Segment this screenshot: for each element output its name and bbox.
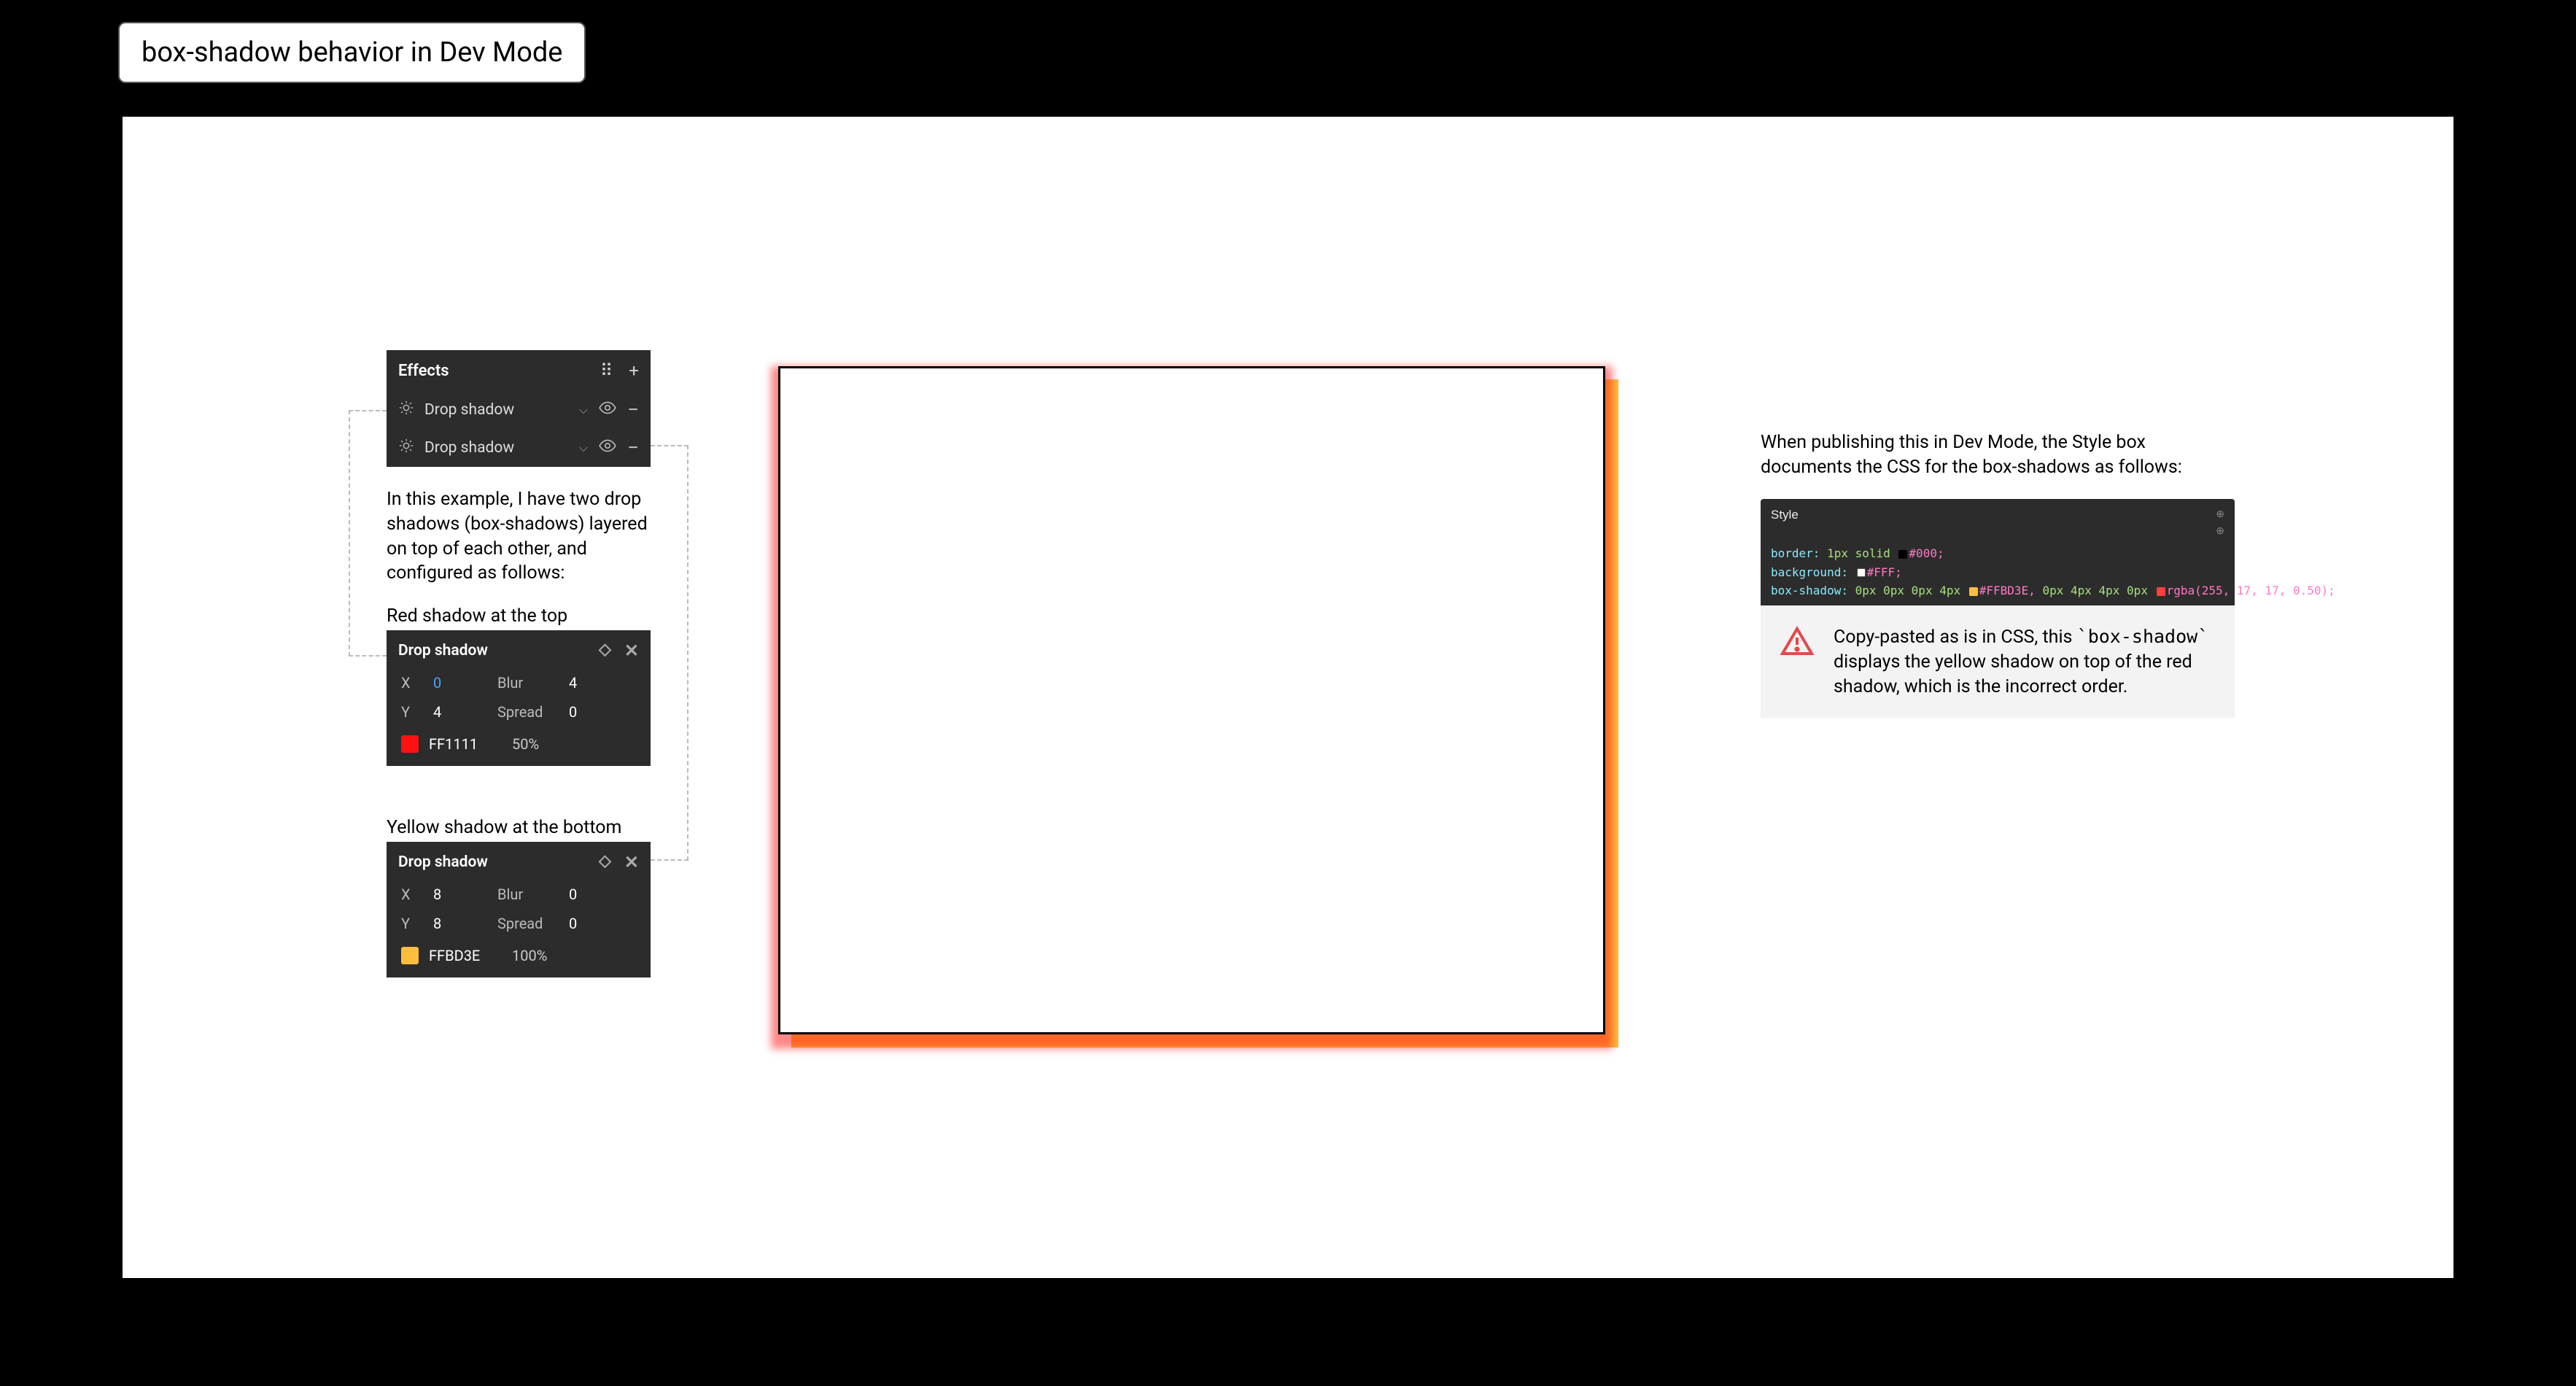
connector-line xyxy=(349,410,387,657)
blur-value[interactable]: 4 xyxy=(569,674,605,692)
sun-icon xyxy=(398,400,414,420)
shadow-preview-rect xyxy=(778,366,1605,1034)
copy-icon[interactable]: ⊕ xyxy=(2216,508,2224,520)
spread-label: Spread xyxy=(497,915,556,932)
close-icon[interactable]: ✕ xyxy=(624,852,639,872)
code-box-title: Style xyxy=(1771,508,1799,537)
code-line: border: 1px solid #000; xyxy=(1771,544,2224,563)
visibility-icon[interactable] xyxy=(598,436,617,460)
y-label: Y xyxy=(401,915,420,932)
chevron-down-icon[interactable]: ⌵ xyxy=(579,403,588,417)
yellow-shadow-caption: Yellow shadow at the bottom xyxy=(387,816,651,840)
devmode-style-box: Style ⊕ ⊕ border: 1px solid #000; backgr… xyxy=(1761,499,2235,612)
spread-label: Spread xyxy=(497,703,556,721)
warning-callout: Copy-pasted as is in CSS, this `box-shad… xyxy=(1761,605,2235,718)
chevron-down-icon[interactable]: ⌵ xyxy=(579,441,588,455)
connector-line xyxy=(651,445,688,861)
code-line: box-shadow: 0px 0px 0px 4px #FFBD3E, 0px… xyxy=(1771,581,2224,600)
color-opacity[interactable]: 100% xyxy=(512,947,547,964)
effects-panel-title: Effects xyxy=(398,362,449,380)
spread-value[interactable]: 0 xyxy=(569,703,605,721)
color-swatch[interactable] xyxy=(401,735,419,753)
code-line: background: #FFF; xyxy=(1771,563,2224,582)
color-swatch[interactable] xyxy=(401,947,419,964)
frame-title-chip: box-shadow behavior in Dev Mode xyxy=(118,22,586,83)
sun-icon xyxy=(398,438,414,458)
expand-icon[interactable]: ⊕ xyxy=(2216,524,2224,537)
drop-shadow-panel-red: Drop shadow ◇ ✕ X 0 Blur 4 Y 4 Spread 0 … xyxy=(387,630,651,766)
x-label: X xyxy=(401,886,420,903)
effects-add-icon[interactable]: + xyxy=(629,360,639,381)
y-label: Y xyxy=(401,703,420,721)
close-icon[interactable]: ✕ xyxy=(624,640,639,661)
spread-value[interactable]: 0 xyxy=(569,915,605,932)
effect-row-label: Drop shadow xyxy=(424,439,573,457)
visibility-icon[interactable] xyxy=(598,398,617,422)
y-value[interactable]: 4 xyxy=(433,703,484,721)
blur-value[interactable]: 0 xyxy=(569,886,605,903)
color-opacity[interactable]: 50% xyxy=(512,735,539,753)
x-value[interactable]: 0 xyxy=(433,674,484,692)
blur-label: Blur xyxy=(497,886,556,903)
effect-row-label: Drop shadow xyxy=(424,401,573,419)
color-hex[interactable]: FFBD3E xyxy=(429,947,502,964)
blend-mode-icon[interactable]: ◇ xyxy=(599,640,611,661)
color-hex[interactable]: FF1111 xyxy=(429,735,502,753)
drop-shadow-panel-yellow: Drop shadow ◇ ✕ X 8 Blur 0 Y 8 Spread 0 … xyxy=(387,842,651,977)
x-label: X xyxy=(401,674,420,692)
effects-panel: Effects ⠿ + Drop shadow ⌵ − Drop shadow … xyxy=(387,350,651,467)
devmode-intro-text: When publishing this in Dev Mode, the St… xyxy=(1761,430,2220,480)
drop-shadow-title: Drop shadow xyxy=(398,642,488,659)
intro-text: In this example, I have two drop shadows… xyxy=(387,487,651,586)
blur-label: Blur xyxy=(497,674,556,692)
effects-styles-icon[interactable]: ⠿ xyxy=(600,360,613,381)
blend-mode-icon[interactable]: ◇ xyxy=(599,852,611,872)
drop-shadow-title: Drop shadow xyxy=(398,853,488,871)
effect-row-0[interactable]: Drop shadow ⌵ − xyxy=(387,391,651,429)
red-shadow-caption: Red shadow at the top xyxy=(387,604,651,629)
effect-row-1[interactable]: Drop shadow ⌵ − xyxy=(387,429,651,467)
y-value[interactable]: 8 xyxy=(433,915,484,932)
warning-icon xyxy=(1780,624,1815,699)
x-value[interactable]: 8 xyxy=(433,886,484,903)
warning-text: Copy-pasted as is in CSS, this `box-shad… xyxy=(1834,624,2216,699)
